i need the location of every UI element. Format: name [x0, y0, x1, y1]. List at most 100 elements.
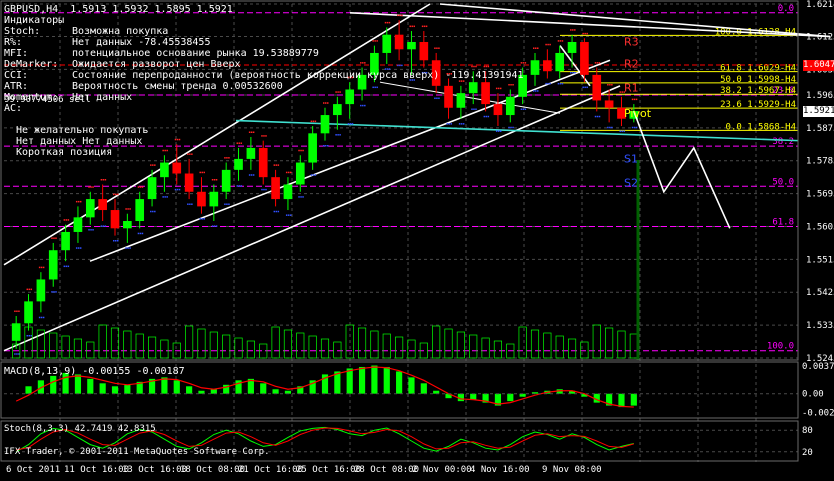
red-dot: [166, 149, 168, 152]
blue-dot: [162, 196, 164, 198]
red-dot: [537, 47, 539, 49]
blue-dot: [113, 240, 115, 242]
time-tick-label: 6 Oct 2011: [6, 465, 60, 475]
volume-bar: [407, 339, 416, 359]
pivot-price-tag: 1.6047: [803, 60, 834, 71]
red-dot: [471, 65, 473, 68]
ohlc-label: 1.5913 1.5932 1.5895 1.5921: [70, 4, 233, 15]
blue-dot: [79, 247, 82, 249]
blue-dot: [631, 126, 634, 129]
red-dot: [152, 164, 154, 166]
red-dot: [203, 171, 205, 174]
blue-dot: [226, 203, 228, 205]
candle-body: [271, 177, 280, 200]
red-dot: [312, 120, 315, 123]
price-tick-label: 1.5875: [806, 124, 834, 134]
blue-dot: [596, 115, 599, 118]
candle-body: [24, 301, 33, 324]
blue-dot: [203, 218, 205, 220]
symbol-label: GBPUSD,H4: [4, 4, 59, 15]
red-dot: [113, 193, 115, 196]
indicator-row: CCI: Состояние перепроданности (вероятнос…: [4, 70, 524, 81]
volume-bar: [432, 325, 441, 359]
red-dot: [38, 266, 41, 269]
blue-dot: [347, 123, 350, 125]
macd-tick-label: 0.00: [802, 390, 824, 400]
volume-bar: [456, 331, 465, 359]
red-dot: [90, 186, 92, 188]
red-dot: [495, 87, 498, 90]
red-dot: [485, 65, 488, 68]
red-dot: [384, 21, 387, 24]
blue-dot: [300, 196, 302, 198]
blue-dot: [250, 174, 253, 176]
candle-body: [197, 191, 206, 207]
candle-body: [11, 323, 21, 341]
red-dot: [261, 135, 263, 137]
signal-line-1: Не желательно покупать: [16, 125, 149, 136]
red-dot: [127, 208, 129, 210]
red-dot: [362, 62, 364, 64]
blue-dot: [339, 134, 341, 136]
blue-dot: [224, 203, 226, 205]
red-dot: [425, 25, 428, 28]
red-dot: [557, 40, 560, 42]
current-price-tag: 1.5921: [803, 106, 834, 118]
red-dot: [547, 43, 549, 46]
candle-body: [530, 60, 540, 75]
volume-bar: [24, 326, 33, 359]
blue-dot: [374, 86, 376, 89]
blue-dot: [485, 115, 488, 118]
time-tick-label: 21 Oct 16:00: [238, 465, 303, 475]
volume-bar: [555, 335, 564, 359]
indicator-label: DeMarker:: [4, 59, 59, 70]
blue-dot: [92, 229, 94, 231]
blue-dot: [570, 71, 572, 74]
red-dot: [339, 91, 341, 93]
blue-dot: [633, 126, 636, 129]
red-dot: [248, 131, 251, 133]
red-dot: [574, 29, 576, 31]
blue-dot: [289, 214, 292, 216]
red-dot: [434, 47, 436, 49]
red-dot: [499, 87, 502, 90]
blue-dot: [619, 130, 621, 132]
red-dot: [596, 62, 599, 64]
red-dot: [40, 266, 43, 269]
blue-dot: [40, 316, 43, 319]
blue-dot: [545, 82, 547, 85]
stoch-title: Stoch(8,3,3) 42.7419 42.8315: [4, 424, 156, 434]
blue-dot: [584, 86, 586, 89]
candle-body: [160, 162, 169, 178]
red-dot: [150, 164, 152, 166]
red-dot: [79, 200, 82, 203]
blue-dot: [211, 225, 214, 227]
indicator-value: Возможна покупка: [72, 26, 169, 37]
volume-bar: [530, 329, 540, 359]
blue-dot: [611, 126, 613, 129]
macd-tick-label: -0.00251: [802, 408, 834, 418]
indicator-row: MFI: потенциальное основание рынка 19.538…: [4, 48, 319, 59]
blue-dot: [598, 115, 601, 118]
red-dot: [559, 40, 562, 42]
price-tick-label: 1.5695: [806, 190, 834, 200]
blue-dot: [55, 291, 57, 293]
red-dot: [226, 157, 228, 159]
trading-terminal-chart[interactable]: 0.023.638.250.061.8100.0100.0 1.6128-H46…: [0, 0, 834, 477]
blue-dot: [28, 334, 31, 337]
volume-bar: [197, 328, 206, 359]
time-tick-label: 4 Nov 16:00: [470, 465, 530, 475]
volume-bar: [382, 333, 391, 359]
red-dot: [302, 149, 304, 152]
price-tick-label: 1.6125: [806, 33, 834, 43]
red-dot: [16, 310, 18, 313]
overlap-readout: 99.90774506 sell: [4, 95, 91, 105]
volume-bar: [222, 334, 231, 359]
red-dot: [582, 32, 584, 35]
red-dot: [570, 29, 572, 31]
blue-dot: [535, 90, 537, 92]
price-tick-label: 1.5245: [806, 354, 834, 364]
blue-dot: [559, 82, 562, 85]
volume-bar: [135, 333, 144, 359]
candle-body: [295, 162, 305, 185]
